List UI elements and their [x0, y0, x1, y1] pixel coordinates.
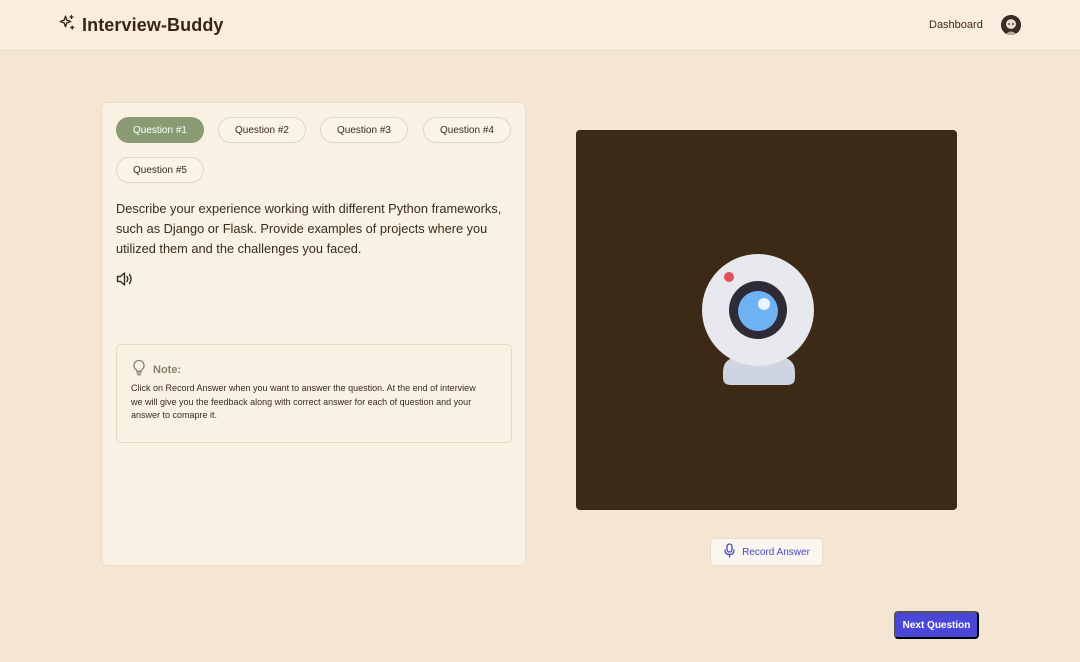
question-text: Describe your experience working with di…: [116, 201, 502, 256]
tab-question-5[interactable]: Question #5: [116, 157, 204, 183]
camera-preview: [576, 130, 957, 510]
tab-question-4[interactable]: Question #4: [423, 117, 511, 143]
next-question-label: Next Question: [902, 619, 971, 631]
record-answer-button[interactable]: Record Answer: [710, 538, 823, 566]
note-title: Note:: [153, 364, 182, 376]
microphone-icon: [723, 543, 736, 561]
sparkles-icon: [58, 14, 76, 37]
speaker-icon[interactable]: [116, 271, 134, 287]
note-body: Click on Record Answer when you want to …: [131, 383, 476, 420]
lightbulb-icon: [131, 359, 147, 381]
brand-name: Interview-Buddy: [82, 15, 224, 35]
nav-dashboard-link[interactable]: Dashboard: [929, 19, 983, 31]
app-header: Interview-Buddy Dashboard: [0, 0, 1080, 51]
user-avatar[interactable]: [1001, 15, 1021, 35]
note-header: Note:: [131, 359, 181, 381]
tab-question-2[interactable]: Question #2: [218, 117, 306, 143]
webcam-icon: [702, 254, 814, 385]
brand[interactable]: Interview-Buddy: [58, 14, 224, 37]
record-answer-label: Record Answer: [742, 546, 810, 558]
tab-question-3[interactable]: Question #3: [320, 117, 408, 143]
next-question-button[interactable]: Next Question: [894, 611, 979, 639]
tab-question-1[interactable]: Question #1: [116, 117, 204, 143]
note-box: Note: Click on Record Answer when you wa…: [116, 344, 512, 443]
question-panel: Question #1 Question #2 Question #3 Ques…: [101, 102, 526, 566]
